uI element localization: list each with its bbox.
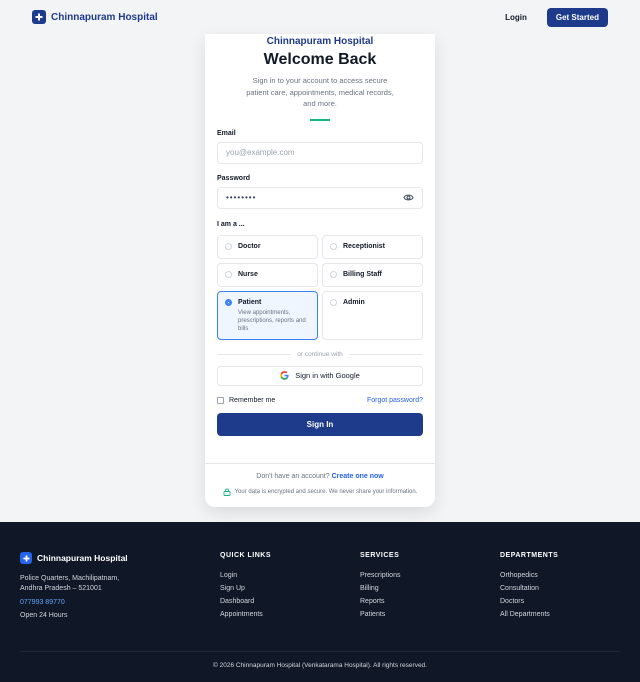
remember-row: Remember me Forgot password? <box>217 396 423 404</box>
radio-icon <box>225 243 232 250</box>
footer-link-billing[interactable]: Billing <box>360 585 400 592</box>
footer-divider <box>20 651 620 652</box>
footer-link-doctors[interactable]: Doctors <box>500 598 558 605</box>
role-label: I am a ... <box>217 220 245 228</box>
radio-icon <box>225 271 232 278</box>
role-option-billing-staff[interactable]: Billing Staff <box>322 262 423 287</box>
footer-brand[interactable]: Chinnapuram Hospital <box>20 552 128 564</box>
page-title: Welcome Back <box>263 51 377 68</box>
address-line-2: Andhra Pradesh – 521001 <box>20 585 102 592</box>
footer-link-orthopedics[interactable]: Orthopedics <box>500 572 558 579</box>
accent-divider <box>310 118 330 121</box>
footer-quick-links: QUICK LINKS Login Sign Up Dashboard Appo… <box>220 552 271 618</box>
opening-hours: Open 24 Hours <box>20 612 68 619</box>
radio-icon <box>330 298 337 306</box>
footer-link-appointments[interactable]: Appointments <box>220 611 271 618</box>
login-card: Chinnapuram Hospital Welcome Back Sign i… <box>205 34 435 507</box>
password-value: •••••••• <box>226 193 257 202</box>
sign-in-button[interactable]: Sign In <box>217 412 423 436</box>
login-link[interactable]: Login <box>505 13 527 22</box>
google-label: Sign in with Google <box>295 371 360 380</box>
brand-logo[interactable]: Chinnapuram Hospital <box>32 10 158 24</box>
signup-prompt: Don't have an account? Create one now <box>256 473 384 480</box>
header-actions: Login Get Started <box>505 7 608 27</box>
departments-heading: DEPARTMENTS <box>500 552 559 559</box>
email-placeholder: you@example.com <box>226 148 295 157</box>
footer-link-login[interactable]: Login <box>220 572 271 579</box>
brand-name: Chinnapuram Hospital <box>51 11 158 23</box>
quick-links-heading: QUICK LINKS <box>220 552 271 559</box>
security-note: Your data is encrypted and secure. We ne… <box>205 488 435 496</box>
radio-icon <box>330 271 337 278</box>
get-started-button[interactable]: Get Started <box>546 7 608 27</box>
continue-divider: or continue with <box>217 351 423 358</box>
role-option-receptionist[interactable]: Receptionist <box>322 234 423 259</box>
email-label: Email <box>217 129 236 137</box>
radio-icon <box>330 243 337 250</box>
footer-link-prescriptions[interactable]: Prescriptions <box>360 572 400 579</box>
top-navbar: Chinnapuram Hospital Login Get Started <box>0 0 640 34</box>
footer-departments: DEPARTMENTS Orthopedics Consultation Doc… <box>500 552 558 618</box>
remember-me[interactable]: Remember me <box>217 396 275 404</box>
eye-icon[interactable] <box>403 192 414 203</box>
footer-link-patients[interactable]: Patients <box>360 611 400 618</box>
hospital-cross-icon <box>20 552 32 564</box>
role-option-patient[interactable]: Patient View appointments, prescriptions… <box>217 290 318 340</box>
footer-services: SERVICES Prescriptions Billing Reports P… <box>360 552 400 618</box>
footer-link-consultation[interactable]: Consultation <box>500 585 558 592</box>
role-option-nurse[interactable]: Nurse <box>217 262 318 287</box>
password-field[interactable]: •••••••• <box>217 186 423 209</box>
card-footer: Don't have an account? Create one now Yo… <box>205 463 435 507</box>
remember-checkbox[interactable] <box>217 396 224 404</box>
card-brand: Chinnapuram Hospital <box>266 36 374 47</box>
copyright: © 2026 Chinnapuram Hospital (Venkatarama… <box>213 662 427 669</box>
role-option-admin[interactable]: Admin <box>322 290 423 340</box>
footer-contact: Chinnapuram Hospital Police Quarters, Ma… <box>20 552 128 621</box>
footer-link-reports[interactable]: Reports <box>360 598 400 605</box>
create-account-link[interactable]: Create one now <box>332 473 384 480</box>
email-field[interactable]: you@example.com <box>217 141 423 164</box>
footer-link-all-departments[interactable]: All Departments <box>500 611 558 618</box>
site-footer: Chinnapuram Hospital Police Quarters, Ma… <box>0 522 640 682</box>
services-heading: SERVICES <box>360 552 400 559</box>
google-signin-button[interactable]: Sign in with Google <box>217 365 423 386</box>
forgot-password-link[interactable]: Forgot password? <box>367 397 423 404</box>
role-selector: Doctor Receptionist Nurse Billing Staff … <box>217 234 423 340</box>
page-subtitle: Sign in to your account to access secure… <box>246 76 394 108</box>
hospital-cross-icon <box>32 10 46 24</box>
footer-link-dashboard[interactable]: Dashboard <box>220 598 271 605</box>
role-description: View appointments, prescriptions, report… <box>238 309 306 332</box>
role-option-doctor[interactable]: Doctor <box>217 234 318 259</box>
password-label: Password <box>217 174 251 182</box>
lock-icon <box>223 488 231 496</box>
google-icon <box>280 371 289 380</box>
phone-link[interactable]: 077993 89770 <box>20 599 128 606</box>
radio-selected-icon <box>225 298 232 306</box>
footer-link-signup[interactable]: Sign Up <box>220 585 271 592</box>
address-line-1: Police Quarters, Machilipatnam, <box>20 575 120 582</box>
